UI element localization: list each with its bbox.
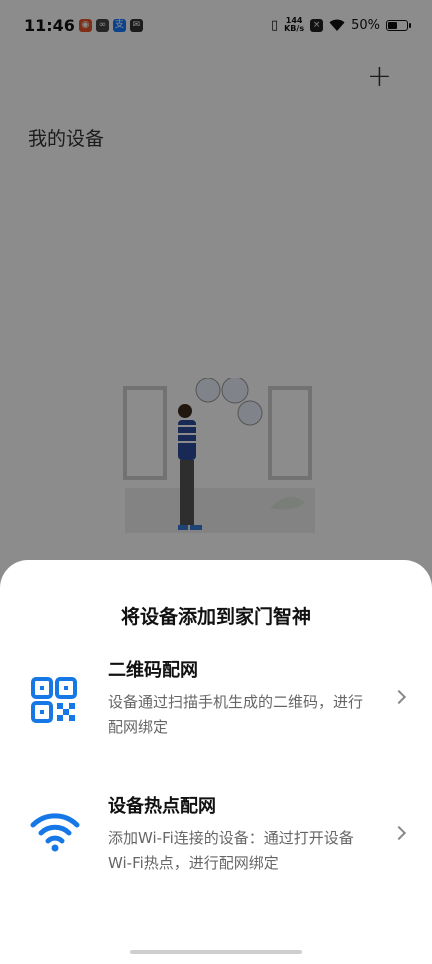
option-description: 添加Wi-Fi连接的设备：通过打开设备Wi-Fi热点，进行配网绑定 bbox=[108, 829, 354, 872]
home-indicator[interactable] bbox=[130, 950, 302, 954]
option-title: 设备热点配网 bbox=[108, 796, 216, 817]
qr-code-icon bbox=[31, 677, 77, 723]
chevron-right-icon bbox=[391, 689, 407, 705]
option-title: 二维码配网 bbox=[108, 660, 198, 681]
sheet-title: 将设备添加到家门智神 bbox=[120, 606, 311, 628]
wifi-icon bbox=[30, 813, 80, 852]
chevron-right-icon bbox=[391, 825, 407, 841]
hotspot-pairing-option[interactable]: 设备热点配网 添加Wi-Fi连接的设备：通过打开设备Wi-Fi热点，进行配网绑定 bbox=[0, 792, 432, 902]
option-description: 设备通过扫描手机生成的二维码，进行配网绑定 bbox=[108, 693, 364, 736]
qr-code-pairing-option[interactable]: 二维码配网 设备通过扫描手机生成的二维码，进行配网绑定 bbox=[0, 656, 432, 766]
add-device-bottom-sheet: 将设备添加到家门智神 二维码配网 设备通过扫描手机生成的二维码，进行配网绑定 设… bbox=[0, 560, 432, 964]
